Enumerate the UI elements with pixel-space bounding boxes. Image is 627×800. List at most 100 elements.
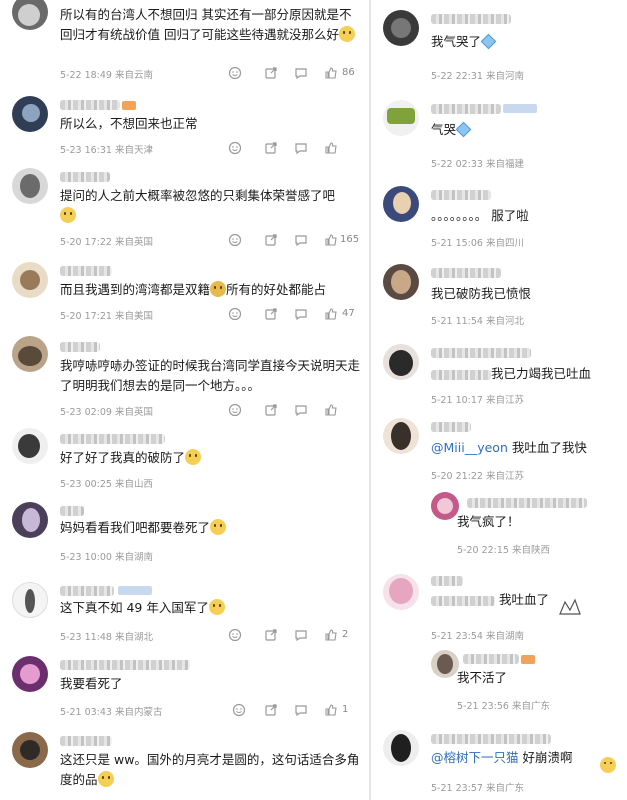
username[interactable] [60,660,190,670]
user-badge [122,101,136,110]
comment-actions: 86 [228,66,358,80]
like-count: 2 [342,629,349,640]
comment-text: @Miii__yeon 我吐血了我快 [431,440,587,455]
username[interactable] [60,100,120,110]
username[interactable] [431,104,501,114]
avatar[interactable] [383,574,419,610]
like-count: 47 [342,308,355,319]
avatar[interactable] [431,492,459,520]
comment-text: 这还只是 ww。国外的月亮才是圆的，这句话适合多角度的品 [60,752,360,787]
comment-meta: 5-21 23:54 来自湖南 [431,631,525,642]
avatar[interactable] [12,262,48,298]
username[interactable] [60,506,84,516]
avatar[interactable] [12,96,48,132]
comment-actions: 1 [232,703,362,717]
comment-meta: 5-21 15:06 来自四川 [431,238,525,249]
username[interactable] [431,348,531,358]
share-icon[interactable] [264,233,278,247]
avatar[interactable] [12,0,48,30]
avatar[interactable] [12,732,48,768]
username[interactable] [431,268,501,278]
username[interactable] [60,172,110,182]
avatar[interactable] [383,264,419,300]
comment-icon[interactable] [294,307,308,321]
comment-actions: 2 [228,628,363,642]
share-icon[interactable] [264,66,278,80]
emoji-icon [210,281,227,297]
smile-icon[interactable] [232,703,246,717]
crying-emoji-icon [210,519,227,535]
smile-icon[interactable] [228,403,242,417]
blurred-mention [431,595,495,606]
avatar[interactable] [12,428,48,464]
avatar[interactable] [12,582,48,618]
comment-icon[interactable] [294,66,308,80]
username[interactable] [60,586,114,596]
like-icon[interactable] [324,66,338,80]
comment-meta: 5-23 11:48 来自湖北 [60,632,154,643]
avatar[interactable] [383,418,419,454]
smile-icon[interactable] [228,141,242,155]
username[interactable] [60,434,165,444]
comment-text: 这下真不如 49 年入国军了 [60,598,360,618]
comment-text: 我哼哧哼哧办签证的时候我台湾同学直接今天说明天走了明明我们想去的是同一个地方。。… [60,358,361,393]
like-icon[interactable] [324,403,338,417]
smile-icon[interactable] [228,66,242,80]
avatar[interactable] [12,168,48,204]
comment-icon[interactable] [294,403,308,417]
smile-icon[interactable] [228,628,242,642]
username[interactable] [431,422,471,432]
avatar[interactable] [12,656,48,692]
smile-icon[interactable] [228,233,242,247]
smile-icon[interactable] [228,307,242,321]
username[interactable] [463,654,519,664]
share-icon[interactable] [264,141,278,155]
comment-meta: 5-21 03:43 来自内蒙古 [60,707,163,718]
like-icon[interactable] [324,703,338,717]
comment-meta: 5-23 10:00 来自湖南 [60,552,154,563]
comment-icon[interactable] [294,141,308,155]
like-icon[interactable] [324,628,338,642]
username[interactable] [60,266,112,276]
comment-text: 我要看死了 [60,676,123,691]
username[interactable] [60,342,100,352]
user-badge [503,104,537,113]
sticker-icon [600,757,616,773]
like-icon[interactable] [324,233,338,247]
comment-icon[interactable] [294,703,308,717]
avatar[interactable] [431,650,459,678]
like-icon[interactable] [324,141,338,155]
avatar[interactable] [12,502,48,538]
share-icon[interactable] [264,307,278,321]
username[interactable] [431,190,491,200]
username[interactable] [467,498,587,508]
username[interactable] [431,14,511,24]
user-badge [118,586,152,595]
avatar[interactable] [383,186,419,222]
comment-text: 我气疯了！ [457,514,520,529]
like-icon[interactable] [324,307,338,321]
comment-text: 所以么，不想回来也正常 [60,116,198,131]
blurred-mention [431,369,491,380]
avatar[interactable] [383,344,419,380]
share-icon[interactable] [264,628,278,642]
comment-meta: 5-23 02:09 来自英国 [60,407,154,418]
share-icon[interactable] [264,703,278,717]
avatar[interactable] [383,730,419,766]
comment-icon[interactable] [294,628,308,642]
emoji-icon [338,26,355,42]
avatar[interactable] [12,336,48,372]
comment-meta: 5-23 00:25 来自山西 [60,479,154,490]
smirk-emoji-icon [97,771,114,787]
avatar[interactable] [383,10,419,46]
left-comment-column: 所以有的台湾人不想回归 其实还有一部分原因就是不回归才有统战价值 回归了可能这些… [0,0,370,800]
comment-icon[interactable] [294,233,308,247]
avatar[interactable] [383,100,419,136]
username[interactable] [60,736,112,746]
share-icon[interactable] [264,403,278,417]
right-comment-column: 我气哭了 5-22 22:31 来自河南 气哭 5-22 02:33 来自福建 … [371,0,627,800]
crying-emoji-icon [185,449,202,465]
comment-meta: 5-20 17:21 来自美国 [60,311,154,322]
username[interactable] [431,576,463,586]
username[interactable] [431,734,551,744]
